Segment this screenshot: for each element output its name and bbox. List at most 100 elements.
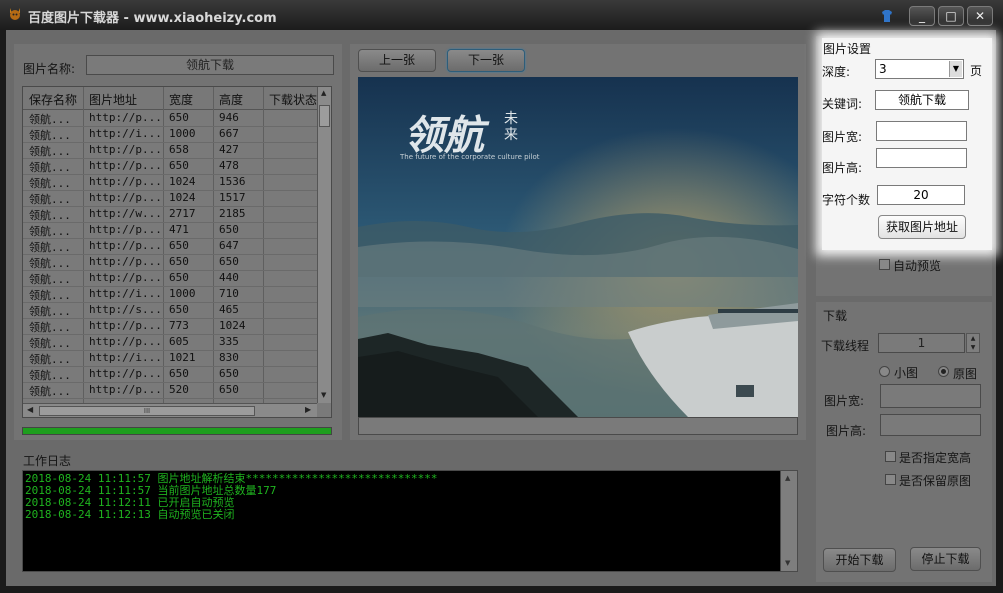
radio-small[interactable] — [879, 366, 890, 377]
threads-value: 1 — [917, 336, 926, 350]
minimize-button[interactable]: _ — [909, 6, 935, 26]
scroll-left-icon[interactable]: ◀ — [27, 405, 33, 414]
table-cell: 650 — [169, 303, 189, 316]
spin-down-icon[interactable]: ▼ — [967, 343, 979, 352]
table-row[interactable]: 领航... http://p... 650 478 — [23, 158, 317, 175]
table-row[interactable]: 领航... http://w... 2717 2185 — [23, 206, 317, 223]
prev-image-button[interactable]: 上一张 — [358, 49, 436, 72]
table-cell: 领航... — [29, 305, 71, 318]
radio-original[interactable] — [938, 366, 949, 377]
width-input[interactable] — [876, 121, 967, 141]
stop-download-button[interactable]: 停止下载 — [910, 547, 981, 571]
table-cell: 650 — [169, 367, 189, 380]
table-cell: 领航... — [29, 321, 71, 334]
table-cell: 650 — [169, 271, 189, 284]
table-cell: 773 — [169, 319, 189, 332]
keyword-input[interactable]: 领航下载 — [875, 90, 969, 110]
table-cell: 650 — [219, 367, 239, 380]
scroll-up-icon[interactable]: ▲ — [321, 89, 326, 97]
log-line: 2018-08-24 11:12:13 自动预览已关闭 — [25, 508, 235, 521]
keyword-label: 关键词: — [822, 97, 863, 111]
image-settings-panel: 图片设置 深度: 3 ▼ 页 关键词: 领航下载 图片宽: 图片高: 字符个数 … — [822, 38, 992, 250]
table-cell: 领航... — [29, 193, 71, 206]
table-cell: 领航... — [29, 257, 71, 270]
table-cell: 650 — [219, 223, 239, 236]
height-input[interactable] — [876, 148, 967, 168]
table-row[interactable]: 领航... http://p... 650 946 — [23, 110, 317, 127]
log-title: 工作日志 — [23, 454, 72, 468]
table-row[interactable]: 领航... http://p... 650 440 — [23, 270, 317, 287]
download-progress-track — [22, 427, 332, 435]
table-cell: 1517 — [219, 191, 246, 204]
table-row[interactable]: 领航... http://i... 1021 830 — [23, 350, 317, 367]
table-row[interactable]: 领航... http://p... 471 650 — [23, 222, 317, 239]
height-label: 图片高: — [822, 161, 863, 175]
table-cell: 领航... — [29, 113, 71, 126]
column-header[interactable]: 保存名称 — [29, 91, 77, 108]
log-scroll-up-icon[interactable]: ▲ — [785, 474, 790, 482]
column-header[interactable]: 下载状态 — [269, 91, 317, 108]
scroll-thumb[interactable] — [319, 105, 330, 127]
table-vscrollbar[interactable]: ▲ ▼ — [317, 87, 331, 403]
image-name-input[interactable]: 领航下载 — [86, 55, 334, 75]
dl-width-input[interactable] — [880, 384, 981, 408]
table-cell: 946 — [219, 111, 239, 124]
table-cell: 1536 — [219, 175, 246, 188]
table-row[interactable]: 领航... http://i... 1000 667 — [23, 126, 317, 143]
table-row[interactable]: 领航... http://p... 650 647 — [23, 238, 317, 255]
table-cell: 领航... — [29, 273, 71, 286]
hscroll-thumb[interactable]: III — [39, 406, 255, 416]
skin-icon[interactable] — [879, 8, 895, 24]
close-button[interactable]: ✕ — [967, 6, 993, 26]
preview-image: 领航 未来 The future of the corporate cultur… — [358, 77, 798, 417]
table-cell: 650 — [219, 383, 239, 396]
fetch-urls-button[interactable]: 获取图片地址 — [878, 215, 966, 239]
column-header[interactable]: 图片地址 — [89, 91, 137, 108]
table-hscrollbar[interactable]: ◀ III ▶ — [23, 403, 317, 417]
table-row[interactable]: 领航... http://i... 1000 710 — [23, 286, 317, 303]
table-row[interactable]: 领航... http://p... 773 1024 — [23, 318, 317, 335]
table-cell: 1000 — [169, 127, 196, 140]
log-output[interactable]: 2018-08-24 11:11:57 图片地址解析结束************… — [22, 470, 798, 572]
table-cell: 2185 — [219, 207, 246, 220]
chevron-down-icon[interactable]: ▼ — [949, 61, 962, 77]
column-header[interactable]: 高度 — [219, 91, 243, 108]
threads-stepper[interactable]: 1 — [878, 333, 965, 353]
table-row[interactable]: 领航... http://p... 650 650 — [23, 366, 317, 383]
table-cell: http://p... — [89, 175, 162, 188]
spin-up-icon[interactable]: ▲ — [967, 334, 979, 343]
table-row[interactable]: 领航... http://p... 605 335 — [23, 334, 317, 351]
dl-height-input[interactable] — [880, 414, 981, 436]
table-cell: 335 — [219, 335, 239, 348]
log-scroll-down-icon[interactable]: ▼ — [785, 559, 790, 567]
table-row[interactable]: 领航... http://p... 1024 1517 — [23, 190, 317, 207]
auto-preview-checkbox[interactable] — [879, 259, 890, 270]
keep-original-checkbox[interactable] — [885, 474, 896, 485]
depth-select[interactable]: 3 ▼ — [875, 59, 964, 79]
table-row[interactable]: 领航... http://s... 650 465 — [23, 302, 317, 319]
table-cell: 1000 — [169, 287, 196, 300]
scroll-right-icon[interactable]: ▶ — [305, 405, 311, 414]
specify-size-checkbox[interactable] — [885, 451, 896, 462]
table-row[interactable]: 领航... http://p... 520 650 — [23, 382, 317, 399]
image-table[interactable]: 保存名称 图片地址 宽度 高度 下载状态 领航... http://p... 650 946 领… — [22, 86, 332, 418]
download-title: 下载 — [823, 309, 848, 323]
chars-input[interactable]: 20 — [877, 185, 965, 205]
table-row[interactable]: 领航... http://p... 650 650 — [23, 254, 317, 271]
table-row[interactable]: 领航... http://p... 1024 1536 — [23, 174, 317, 191]
dl-height-label: 图片高: — [826, 424, 867, 438]
table-cell: 605 — [169, 335, 189, 348]
table-cell: 440 — [219, 271, 239, 284]
table-row[interactable]: 领航... http://p... 658 427 — [23, 142, 317, 159]
table-cell: 领航... — [29, 289, 71, 302]
next-image-button[interactable]: 下一张 — [447, 49, 525, 72]
start-download-button[interactable]: 开始下载 — [823, 548, 896, 572]
maximize-button[interactable]: □ — [938, 6, 964, 26]
column-header[interactable]: 宽度 — [169, 91, 193, 108]
table-cell: http://p... — [89, 159, 162, 172]
scroll-down-icon[interactable]: ▼ — [321, 391, 326, 399]
threads-spin-buttons[interactable]: ▲ ▼ — [966, 333, 980, 353]
table-cell: http://p... — [89, 271, 162, 284]
table-cell: 领航... — [29, 209, 71, 222]
log-scrollbar[interactable]: ▲ ▼ — [780, 470, 798, 572]
